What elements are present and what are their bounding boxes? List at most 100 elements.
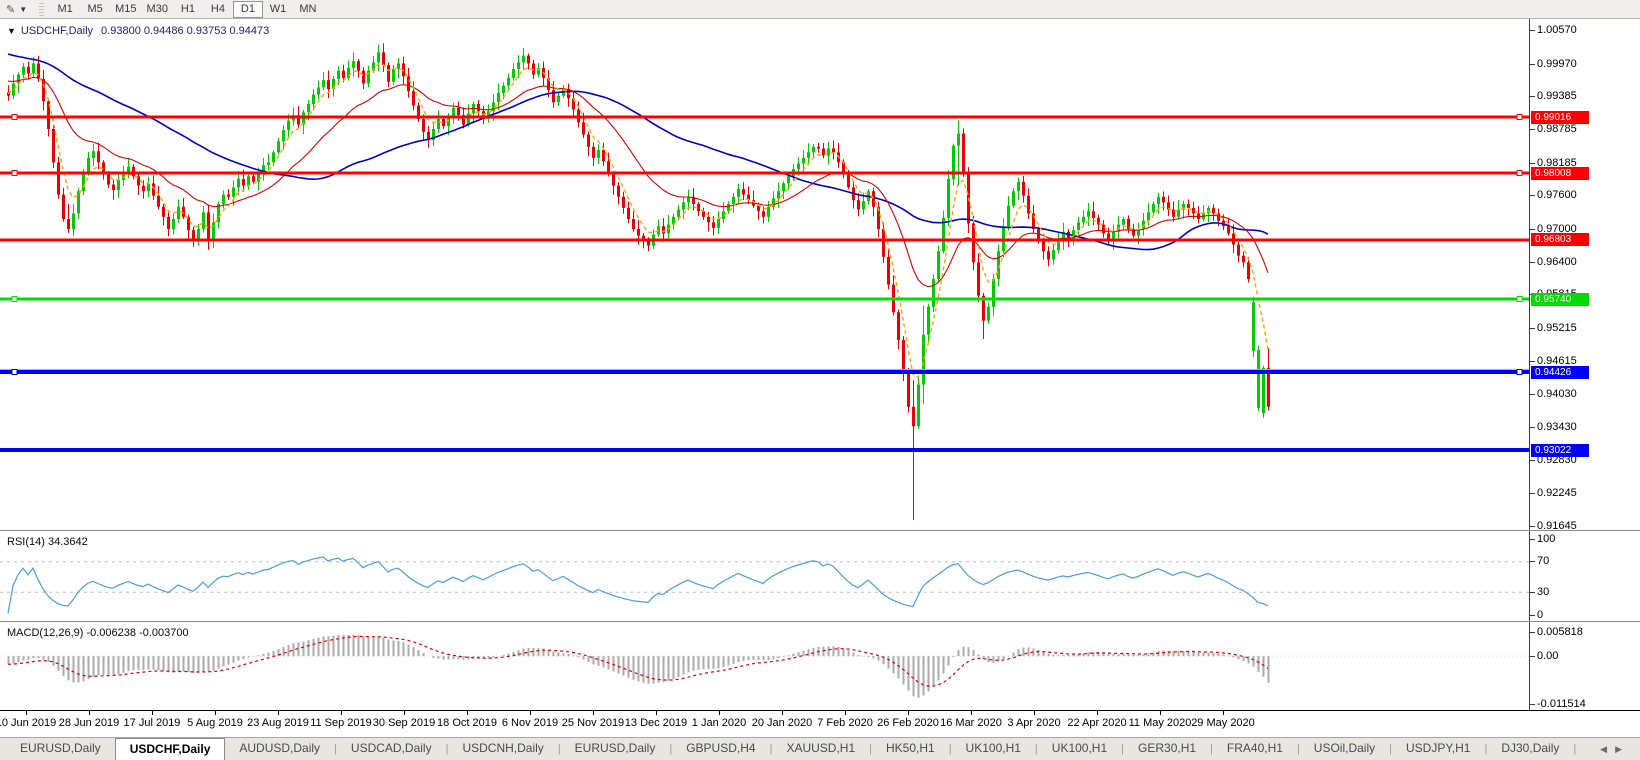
price-tick-label: 0.95215 [1537,322,1577,335]
candle-body [872,191,875,207]
hline-handle[interactable] [12,115,17,120]
candle-body [557,96,560,103]
candle-body [677,210,680,217]
timeframe-button-h1[interactable]: H1 [173,1,203,18]
hline-handle[interactable] [1517,171,1522,176]
candle-body [947,179,950,218]
candle-body [732,197,735,204]
date-tick-mark [530,711,531,715]
candle-body [1262,368,1265,414]
candle-body [1012,191,1015,205]
candle-body [887,257,890,285]
timeframe-button-h4[interactable]: H4 [203,1,233,18]
candle-body [597,150,600,158]
chart-tab-dj30-daily[interactable]: DJ30,Daily [1487,738,1573,760]
chart-tab-usoil-daily[interactable]: USOil,Daily [1300,738,1389,760]
macd-canvas[interactable] [0,622,1529,710]
chart-tab-usdcad-daily[interactable]: USDCAD,Daily [337,738,446,760]
candle-body [287,121,290,130]
price-tick-mark [1530,30,1535,31]
candle-body [632,219,635,229]
timeframe-button-m30[interactable]: M30 [142,1,173,18]
macd-panel: MACD(12,26,9) -0.006238 -0.003700 0.0058… [0,622,1640,710]
tab-scroll-left-icon[interactable]: ◀ [1600,744,1615,754]
toolbar-grip-handle[interactable] [39,3,44,16]
candle-body [37,63,40,79]
timeframe-button-m15[interactable]: M15 [110,1,141,18]
candle-body [912,407,915,426]
price-chart-canvas[interactable] [0,19,1529,530]
chart-tab-usdcnh-daily[interactable]: USDCNH,Daily [448,738,557,760]
rsi-canvas[interactable] [0,531,1529,621]
chart-tab-uk100-h1[interactable]: UK100,H1 [1038,738,1121,760]
candle-body [337,71,340,79]
tab-scroll-right-icon[interactable]: ▶ [1615,744,1630,754]
candle-body [1042,241,1045,251]
candle-body [1252,302,1255,351]
date-tick-mark [1223,711,1224,715]
price-tick-label: 0.92245 [1537,487,1577,500]
timeframe-button-d1[interactable]: D1 [233,1,263,18]
date-tick-mark [26,711,27,715]
price-level-tag: 0.98008 [1531,167,1589,180]
chart-tab-xauusd-h1[interactable]: XAUUSD,H1 [772,738,869,760]
candle-body [387,65,390,82]
rsi-label: RSI(14) 34.3642 [7,536,88,548]
one-click-menu-icon[interactable]: ▼ [7,26,16,36]
tab-scroll-arrows[interactable]: ◀▶ [1600,744,1640,755]
candle-body [347,68,350,78]
candle-body [742,189,745,195]
chart-tab-eurusd-daily[interactable]: EURUSD,Daily [6,738,115,760]
price-tick-mark [1530,427,1535,428]
chart-tab-gbpusd-h4[interactable]: GBPUSD,H4 [672,738,769,760]
chart-tab-eurusd-daily[interactable]: EURUSD,Daily [561,738,670,760]
hline-handle[interactable] [1517,115,1522,120]
timeframe-button-m5[interactable]: M5 [80,1,110,18]
macd-tick-label: -0.011514 [1537,698,1586,711]
candle-body [32,63,35,73]
candle-body [377,52,380,62]
candle-body [552,90,555,102]
chart-tab-fra40-h1[interactable]: FRA40,H1 [1213,738,1297,760]
chart-tab-uk100-h1[interactable]: UK100,H1 [952,738,1035,760]
hline-handle[interactable] [1517,370,1522,375]
dropdown-arrow-icon: ▼ [19,5,27,14]
candle-body [212,222,215,240]
trading-platform-window: ✎ ▼ M1M5M15M30H1H4D1W1MN ▼ USDCHF,Daily 0.… [0,0,1640,760]
line-tool-button[interactable]: ✎ ▼ [0,0,37,18]
candle-body [172,219,175,229]
chart-ohlc-values: 0.93800 0.94486 0.93753 0.94473 [101,25,269,37]
candle-body [787,176,790,183]
timeframe-button-m1[interactable]: M1 [50,1,80,18]
hline-handle[interactable] [1517,297,1522,302]
chart-tab-audusd-daily[interactable]: AUDUSD,Daily [225,738,334,760]
candle-body [112,185,115,191]
candle-body [957,133,960,145]
hline-handle[interactable] [12,297,17,302]
chart-tab-usdchf-daily[interactable]: USDCHF,Daily [115,738,226,760]
timeframe-button-mn[interactable]: MN [293,1,323,18]
candle-body [862,201,865,209]
candle-body [817,147,820,149]
hline-handle[interactable] [12,370,17,375]
candle-body [477,104,480,111]
date-tick-mark [341,711,342,715]
rsi-tick-mark [1530,592,1535,593]
candle-body [797,163,800,169]
price-level-tag: 0.99016 [1531,111,1589,124]
candle-body [592,147,595,158]
price-tick-mark [1530,195,1535,196]
hline-handle[interactable] [12,171,17,176]
candle-body [452,108,455,117]
chart-tab-ger30-h1[interactable]: GER30,H1 [1124,738,1210,760]
macd-tick-mark [1530,656,1535,657]
timeframe-button-w1[interactable]: W1 [263,1,293,18]
chart-tab-usdjpy-h1[interactable]: USDJPY,H1 [1392,738,1484,760]
date-tick-mark [719,711,720,715]
date-tick-mark [404,711,405,715]
chart-tab-hk50-h1[interactable]: HK50,H1 [872,738,949,760]
candle-body [647,241,650,245]
candle-body [437,119,440,129]
candle-body [622,197,625,208]
candle-body [512,69,515,78]
